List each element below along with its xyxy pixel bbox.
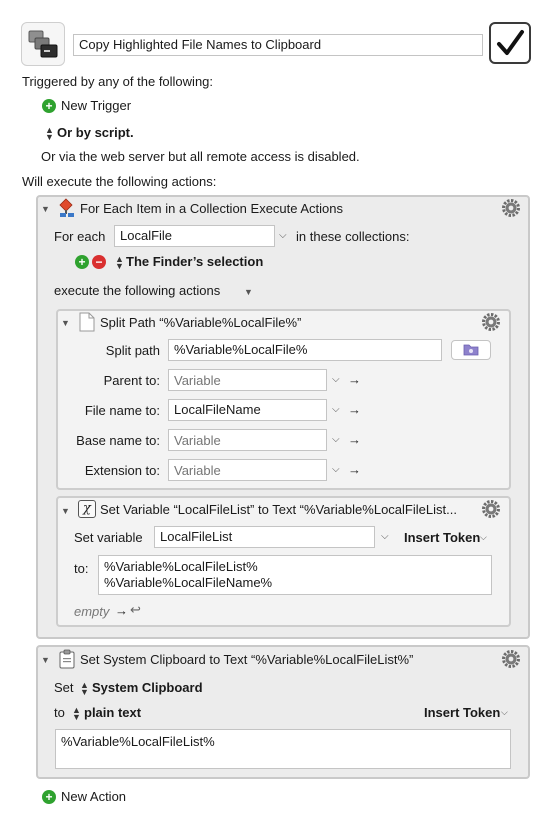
parent-to-arrow-icon[interactable]: → xyxy=(348,373,361,387)
clipboard-collapse-triangle[interactable]: ▼ xyxy=(41,655,50,665)
collection-selector[interactable]: ▲ ▼ The Finder’s selection xyxy=(115,254,275,271)
for-each-gear-button[interactable] xyxy=(501,198,521,218)
or-by-script-label: Or by script. xyxy=(57,125,134,140)
empty-label: empty xyxy=(74,604,110,619)
extension-to-arrow-icon[interactable]: → xyxy=(348,463,361,477)
triggers-heading: Triggered by any of the following: xyxy=(22,74,214,89)
base-name-to-chevron-icon[interactable]: ⌵ xyxy=(332,435,340,445)
or-by-script-toggle[interactable]: ▲ ▼ Or by script. xyxy=(45,125,145,142)
chevron-down-icon: ⌵ xyxy=(480,532,487,542)
new-trigger-button[interactable]: + New Trigger xyxy=(42,98,142,114)
insert-token-label: Insert Token xyxy=(424,705,501,720)
clipboard-gear-button[interactable] xyxy=(501,649,521,669)
extension-to-chevron-icon[interactable]: ⌵ xyxy=(332,465,340,475)
disclosure-updown-icon: ▲ ▼ xyxy=(72,705,81,722)
insert-token-label: Insert Token xyxy=(404,530,481,545)
parent-to-field[interactable] xyxy=(168,369,327,391)
web-server-note: Or via the web server but all remote acc… xyxy=(41,149,360,164)
execute-label: execute the following actions xyxy=(54,283,221,298)
gear-icon xyxy=(482,313,500,331)
set-label: Set xyxy=(54,680,74,695)
remove-collection-button[interactable]: − xyxy=(92,255,106,269)
base-name-to-label: Base name to: xyxy=(76,433,160,448)
variable-x-icon: χ xyxy=(78,500,96,518)
new-trigger-label: New Trigger xyxy=(61,98,132,113)
add-icon: + xyxy=(42,99,56,113)
folder-icon xyxy=(463,344,479,356)
file-name-to-field[interactable]: LocalFileName xyxy=(168,399,327,421)
split-path-label: Split path xyxy=(105,343,160,358)
in-collections-label: in these collections: xyxy=(296,229,410,244)
macro-enabled-checkbox[interactable] xyxy=(489,22,531,64)
set-variable-title: Set Variable “LocalFileList” to Text “%V… xyxy=(100,502,457,517)
return-icon: ↩ xyxy=(130,602,141,617)
parent-to-chevron-icon[interactable]: ⌵ xyxy=(332,375,340,385)
add-icon: + xyxy=(42,790,56,804)
disclosure-updown-icon: ▲ ▼ xyxy=(115,254,124,271)
base-name-to-arrow-icon[interactable]: → xyxy=(348,433,361,447)
checkmark-icon xyxy=(497,30,524,55)
to-label: to: xyxy=(74,561,89,576)
base-name-to-field[interactable] xyxy=(168,429,327,451)
new-action-button[interactable]: + New Action xyxy=(42,789,142,805)
actions-heading: Will execute the following actions: xyxy=(22,174,217,189)
set-variable-collapse-triangle[interactable]: ▼ xyxy=(61,506,70,516)
format-selector-label: plain text xyxy=(84,705,142,720)
file-name-to-label: File name to: xyxy=(84,403,160,418)
clipboard-text: %Variable%LocalFileList% xyxy=(61,734,215,749)
collapse-triangle[interactable]: ▼ xyxy=(41,204,50,214)
document-icon xyxy=(79,312,95,332)
text-line: %Variable%LocalFileList% xyxy=(104,559,258,574)
clipboard-selector[interactable]: ▲ ▼ System Clipboard xyxy=(80,680,210,697)
extension-to-field[interactable] xyxy=(168,459,327,481)
collection-label: The Finder’s selection xyxy=(126,254,264,269)
set-variable-field[interactable]: LocalFileList xyxy=(154,526,375,548)
clipboard-selector-label: System Clipboard xyxy=(92,680,203,695)
split-path-title: Split Path “%Variable%LocalFile%” xyxy=(100,315,302,330)
file-name-to-chevron-icon[interactable]: ⌵ xyxy=(332,405,340,415)
clipboard-title: Set System Clipboard to Text “%Variable%… xyxy=(80,652,414,667)
format-selector[interactable]: ▲ ▼ plain text xyxy=(72,705,172,722)
disclosure-updown-icon: ▲ ▼ xyxy=(80,680,89,697)
insert-token-button[interactable]: Insert Token ⌵ xyxy=(404,530,494,546)
file-name-to-arrow-icon[interactable]: → xyxy=(348,403,361,417)
clipboard-icon xyxy=(59,649,75,669)
split-path-field[interactable]: %Variable%LocalFile% xyxy=(168,339,442,361)
disclosure-updown-icon: ▲ ▼ xyxy=(45,125,54,142)
clipboard-to-label: to xyxy=(54,705,65,720)
add-collection-button[interactable]: + xyxy=(75,255,89,269)
gear-icon xyxy=(502,650,520,668)
for-each-icon xyxy=(58,198,78,218)
gear-icon xyxy=(502,199,520,217)
arrow-right-icon: → xyxy=(115,603,128,618)
set-variable-chevron-icon[interactable]: ⌵ xyxy=(381,532,389,542)
parent-to-label: Parent to: xyxy=(103,373,160,388)
split-path-gear-button[interactable] xyxy=(481,312,501,332)
execute-collapse-triangle[interactable]: ▼ xyxy=(244,287,253,297)
text-line: %Variable%LocalFileName% xyxy=(104,575,273,590)
new-action-label: New Action xyxy=(61,789,127,804)
set-variable-label: Set variable xyxy=(74,530,143,545)
for-each-label: For each xyxy=(54,229,106,244)
macro-name-field[interactable]: Copy Highlighted File Names to Clipboard xyxy=(73,34,483,56)
set-variable-text-area[interactable]: %Variable%LocalFileList% %Variable%Local… xyxy=(98,555,492,595)
split-path-collapse-triangle[interactable]: ▼ xyxy=(61,318,70,328)
windows-icon xyxy=(28,30,58,58)
for-each-variable-field[interactable]: LocalFile xyxy=(114,225,275,247)
choose-folder-button[interactable] xyxy=(451,340,491,360)
gear-icon xyxy=(482,500,500,518)
chevron-down-icon: ⌵ xyxy=(501,707,508,717)
variable-chevron-icon[interactable]: ⌵ xyxy=(279,231,287,241)
extension-to-label: Extension to: xyxy=(84,463,160,478)
set-variable-gear-button[interactable] xyxy=(481,499,501,519)
clipboard-insert-token-button[interactable]: Insert Token ⌵ xyxy=(424,705,514,721)
clipboard-text-area[interactable]: %Variable%LocalFileList% xyxy=(55,729,511,769)
macro-icon[interactable] xyxy=(21,22,65,66)
for-each-title: For Each Item in a Collection Execute Ac… xyxy=(80,201,344,216)
